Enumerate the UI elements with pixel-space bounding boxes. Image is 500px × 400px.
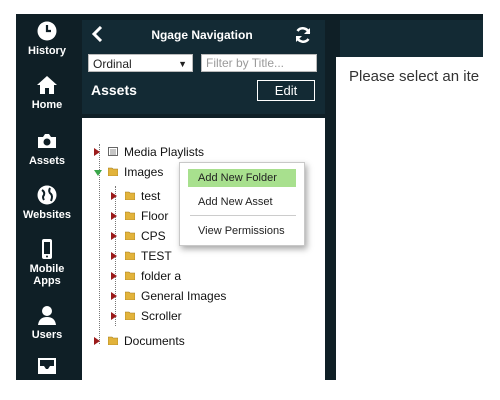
- asset-tree: Media Playlists Images test Floor CPS TE…: [82, 118, 325, 380]
- empty-state-message: Please select an ite: [349, 68, 480, 85]
- rail-item-inbox[interactable]: [16, 354, 78, 379]
- expand-arrow-icon[interactable]: [111, 232, 117, 240]
- rail-label-history: History: [28, 45, 66, 57]
- context-menu: Add New Folder Add New Asset View Permis…: [179, 162, 305, 246]
- expand-arrow-icon[interactable]: [94, 148, 100, 156]
- folder-icon: [125, 231, 135, 240]
- menu-item-add-new-asset[interactable]: Add New Asset: [188, 193, 296, 211]
- folder-icon: [108, 336, 118, 345]
- user-icon: [38, 306, 56, 325]
- tree-item-label: folder a: [141, 269, 182, 283]
- playlist-icon: [108, 147, 118, 156]
- rail-item-history[interactable]: History: [16, 20, 78, 57]
- rail-label-mobile-line2: Apps: [33, 275, 61, 287]
- tree-item-label: General Images: [141, 289, 227, 303]
- sort-select-value: Ordinal: [93, 57, 132, 71]
- rail-item-mobile-apps[interactable]: Mobile Apps: [16, 238, 78, 287]
- menu-divider: [190, 215, 296, 216]
- refresh-icon[interactable]: [294, 26, 312, 44]
- folder-icon: [125, 271, 135, 280]
- tree-item-label: Floor: [141, 209, 169, 223]
- expand-arrow-icon[interactable]: [94, 337, 100, 345]
- section-label-assets: Assets: [91, 82, 137, 98]
- globe-icon: [37, 185, 57, 205]
- folder-icon: [108, 167, 118, 176]
- rail-item-assets[interactable]: Assets: [16, 130, 78, 167]
- tree-item-label: Images: [124, 165, 164, 179]
- rail-label-home: Home: [31, 99, 63, 111]
- collapse-arrow-icon[interactable]: [94, 170, 102, 176]
- navigation-title: Ngage Navigation: [151, 28, 253, 42]
- filter-input[interactable]: [201, 54, 317, 72]
- menu-item-add-new-folder[interactable]: Add New Folder: [188, 169, 296, 187]
- back-icon[interactable]: [90, 26, 106, 42]
- main-header: [340, 20, 483, 57]
- rail-item-home[interactable]: Home: [16, 74, 78, 111]
- expand-arrow-icon[interactable]: [111, 192, 117, 200]
- tree-item-label: CPS: [141, 229, 166, 243]
- rail-label-assets: Assets: [28, 155, 66, 167]
- edit-button[interactable]: Edit: [257, 80, 315, 101]
- folder-icon: [125, 211, 135, 220]
- expand-arrow-icon[interactable]: [111, 292, 117, 300]
- expand-arrow-icon[interactable]: [111, 312, 117, 320]
- rail-label-websites: Websites: [22, 209, 72, 221]
- tree-item-label: test: [141, 189, 161, 203]
- folder-icon: [125, 191, 135, 200]
- expand-arrow-icon[interactable]: [111, 272, 117, 280]
- expand-arrow-icon[interactable]: [111, 252, 117, 260]
- home-icon: [37, 76, 57, 94]
- rail-label-users: Users: [31, 329, 63, 341]
- rail-item-users[interactable]: Users: [16, 304, 78, 341]
- expand-arrow-icon[interactable]: [111, 212, 117, 220]
- tree-item-label: Scroller: [141, 309, 182, 323]
- clock-icon: [37, 21, 57, 41]
- folder-icon: [125, 311, 135, 320]
- tree-item-label: Media Playlists: [124, 145, 205, 159]
- tree-item-label: TEST: [141, 249, 172, 263]
- folder-icon: [125, 251, 135, 260]
- left-rail: History Home Assets Websites Mobile Apps…: [16, 14, 78, 380]
- main-content: Please select an ite: [336, 57, 483, 380]
- tree-item-label: Documents: [124, 334, 185, 348]
- menu-item-view-permissions[interactable]: View Permissions: [188, 222, 296, 240]
- phone-icon: [42, 239, 52, 259]
- rail-label-mobile-line1: Mobile: [29, 263, 65, 275]
- navigation-header: Ngage Navigation Ordinal ▼ Assets Edit: [82, 20, 325, 114]
- chevron-down-icon: ▼: [178, 59, 187, 69]
- camera-icon: [38, 134, 56, 148]
- rail-item-websites[interactable]: Websites: [16, 184, 78, 221]
- folder-icon: [125, 291, 135, 300]
- sort-select[interactable]: Ordinal ▼: [88, 54, 193, 72]
- inbox-icon: [38, 358, 56, 374]
